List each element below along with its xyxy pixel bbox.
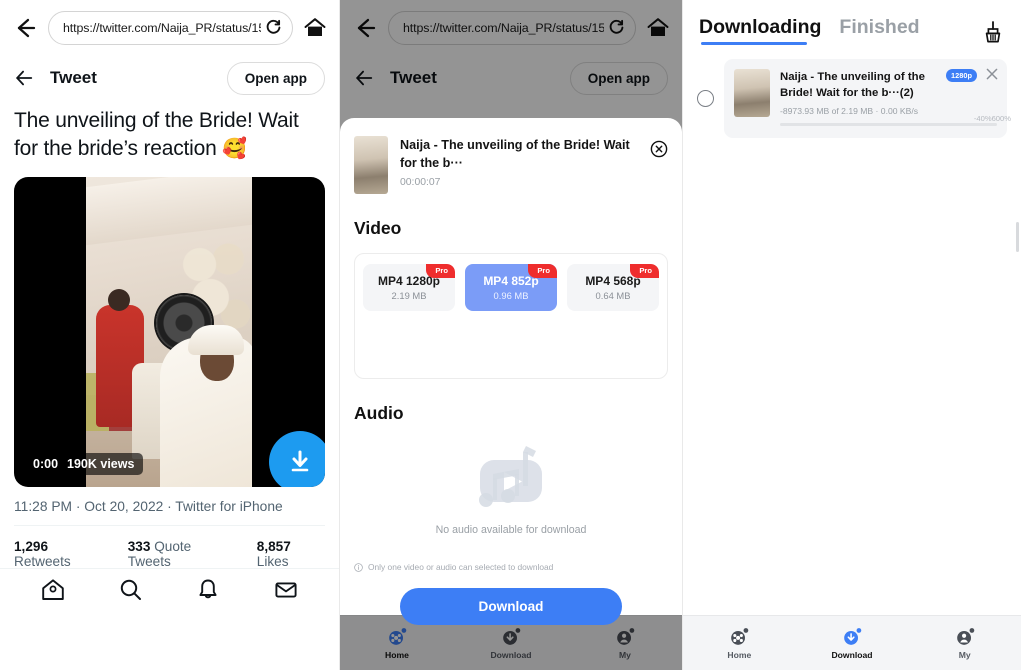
- app-home-icon: [731, 627, 749, 645]
- pro-badge: Pro: [630, 264, 659, 278]
- quality-option-568p[interactable]: Pro MP4 568p 0.64 MB: [567, 264, 659, 311]
- app-download-icon: [844, 627, 862, 645]
- download-note-text: Only one video or audio can selected to …: [368, 562, 554, 572]
- app-tab-label: My: [958, 649, 971, 660]
- download-progress-text: -40%600%: [973, 114, 1011, 124]
- tab-search[interactable]: [118, 577, 144, 608]
- audio-empty-state: No audio available for download: [354, 438, 668, 536]
- video-frame-image: [86, 176, 252, 487]
- twitter-tabbar: [0, 568, 339, 615]
- video-meta-overlay: 0:00 190K views: [24, 452, 144, 475]
- video-views: 190K views: [67, 456, 135, 471]
- no-media-icon: [479, 446, 542, 507]
- stat-retweets[interactable]: 1,296 Retweets: [14, 539, 107, 569]
- tweet-video-player[interactable]: 0:00 190K views: [14, 176, 325, 487]
- close-circle-icon[interactable]: [650, 140, 668, 158]
- tweet-body: The unveiling of the Bride! Wait for the…: [0, 101, 339, 569]
- app-tab-label: Home: [727, 649, 752, 660]
- stat-likes[interactable]: 8,857 Likes: [257, 539, 325, 569]
- tab-messages[interactable]: [273, 577, 299, 608]
- quality-size: 0.96 MB: [493, 290, 529, 301]
- download-button[interactable]: Download: [400, 588, 622, 625]
- browser-chrome: https://twitter.com/Naija_PR/status/1583…: [0, 0, 339, 55]
- app-tab-download[interactable]: Download: [796, 627, 909, 660]
- video-quality-card: Pro MP4 1280p 2.19 MB Pro MP4 852p 0.96 …: [354, 253, 668, 379]
- url-text: https://twitter.com/Naija_PR/status/1583…: [63, 20, 261, 35]
- video-duration: 0:00: [33, 456, 59, 471]
- app-tab-label: Download: [831, 649, 873, 660]
- tab-finished[interactable]: Finished: [839, 16, 919, 47]
- tweet-text-block: The unveiling of the Bride! Wait for the…: [14, 107, 325, 163]
- app-tab-my[interactable]: My: [908, 627, 1021, 660]
- panel-download-sheet: https://twitter.com/Naija_PR/status/1583…: [340, 0, 683, 670]
- info-icon: [354, 562, 363, 572]
- download-note: Only one video or audio can selected to …: [354, 562, 668, 572]
- tab-notifications[interactable]: [195, 577, 221, 608]
- close-icon[interactable]: [985, 67, 999, 81]
- download-item-status: -8973.93 MB of 2.19 MB · 0.00 KB/s: [780, 106, 919, 117]
- quality-size: 2.19 MB: [391, 290, 427, 301]
- quality-option-852p[interactable]: Pro MP4 852p 0.96 MB: [465, 264, 557, 311]
- stat-quote-tweets[interactable]: 333 Quote Tweets: [128, 539, 236, 569]
- smiling-face-hearts-icon: 🥰: [222, 137, 247, 160]
- quality-size: 0.64 MB: [595, 290, 631, 301]
- download-item-card[interactable]: Naija - The unveiling of the Bride! Wait…: [724, 59, 1011, 139]
- back-arrow-icon[interactable]: [12, 15, 38, 41]
- tweet-stats: 1,296 Retweets 333 Quote Tweets 8,857 Li…: [14, 526, 325, 569]
- tweet-back-icon[interactable]: [14, 68, 34, 88]
- url-bar[interactable]: https://twitter.com/Naija_PR/status/1583…: [48, 10, 293, 45]
- app-my-icon: [956, 627, 974, 645]
- app-tabbar-right: Home Download My: [683, 615, 1021, 670]
- video-quality-options: Pro MP4 1280p 2.19 MB Pro MP4 852p 0.96 …: [363, 264, 659, 311]
- tab-home[interactable]: [40, 577, 66, 608]
- download-bottom-sheet: Naija - The unveiling of the Bride! Wait…: [340, 118, 682, 625]
- download-progress-track: -40%600%: [780, 114, 1011, 127]
- media-title: Naija - The unveiling of the Bride! Wait…: [400, 138, 630, 171]
- broom-icon[interactable]: [981, 20, 1005, 44]
- video-section-title: Video: [354, 218, 402, 238]
- resolution-badge: 1280p: [946, 69, 977, 82]
- tweet-timestamp: 11:28 PM · Oct 20, 2022 · Twitter for iP…: [14, 487, 325, 526]
- media-duration: 00:00:07: [400, 176, 441, 188]
- download-item-thumbnail: [734, 69, 770, 117]
- sheet-media-header: Naija - The unveiling of the Bride! Wait…: [354, 118, 668, 194]
- downloads-header: Downloading Finished: [683, 0, 1021, 47]
- vertical-scrollbar[interactable]: [1016, 222, 1019, 252]
- media-info: Naija - The unveiling of the Bride! Wait…: [400, 136, 668, 194]
- panel-downloads-list: Downloading Finished Naija - The unveili…: [683, 0, 1021, 670]
- pro-badge: Pro: [528, 264, 557, 278]
- download-item-row: Naija - The unveiling of the Bride! Wait…: [683, 47, 1021, 139]
- radio-unchecked-icon[interactable]: [697, 90, 714, 108]
- audio-empty-text: No audio available for download: [435, 524, 587, 536]
- open-app-button[interactable]: Open app: [226, 61, 325, 95]
- tweet-header: Tweet Open app: [0, 55, 339, 101]
- app-tab-home[interactable]: Home: [683, 627, 796, 660]
- tab-downloading[interactable]: Downloading: [699, 16, 821, 47]
- reload-icon[interactable]: [265, 19, 282, 36]
- quality-option-1280p[interactable]: Pro MP4 1280p 2.19 MB: [363, 264, 455, 311]
- panel-browser-tweet: https://twitter.com/Naija_PR/status/1583…: [0, 0, 340, 670]
- media-thumbnail: [354, 136, 388, 194]
- screenshot-stage: https://twitter.com/Naija_PR/status/1583…: [0, 0, 1021, 670]
- page-title: Tweet: [50, 68, 97, 87]
- download-fab-button[interactable]: [269, 430, 325, 487]
- tweet-text: The unveiling of the Bride! Wait for the…: [14, 109, 299, 160]
- pro-badge: Pro: [426, 264, 455, 278]
- audio-section-title: Audio: [354, 403, 404, 423]
- home-icon[interactable]: [303, 16, 327, 40]
